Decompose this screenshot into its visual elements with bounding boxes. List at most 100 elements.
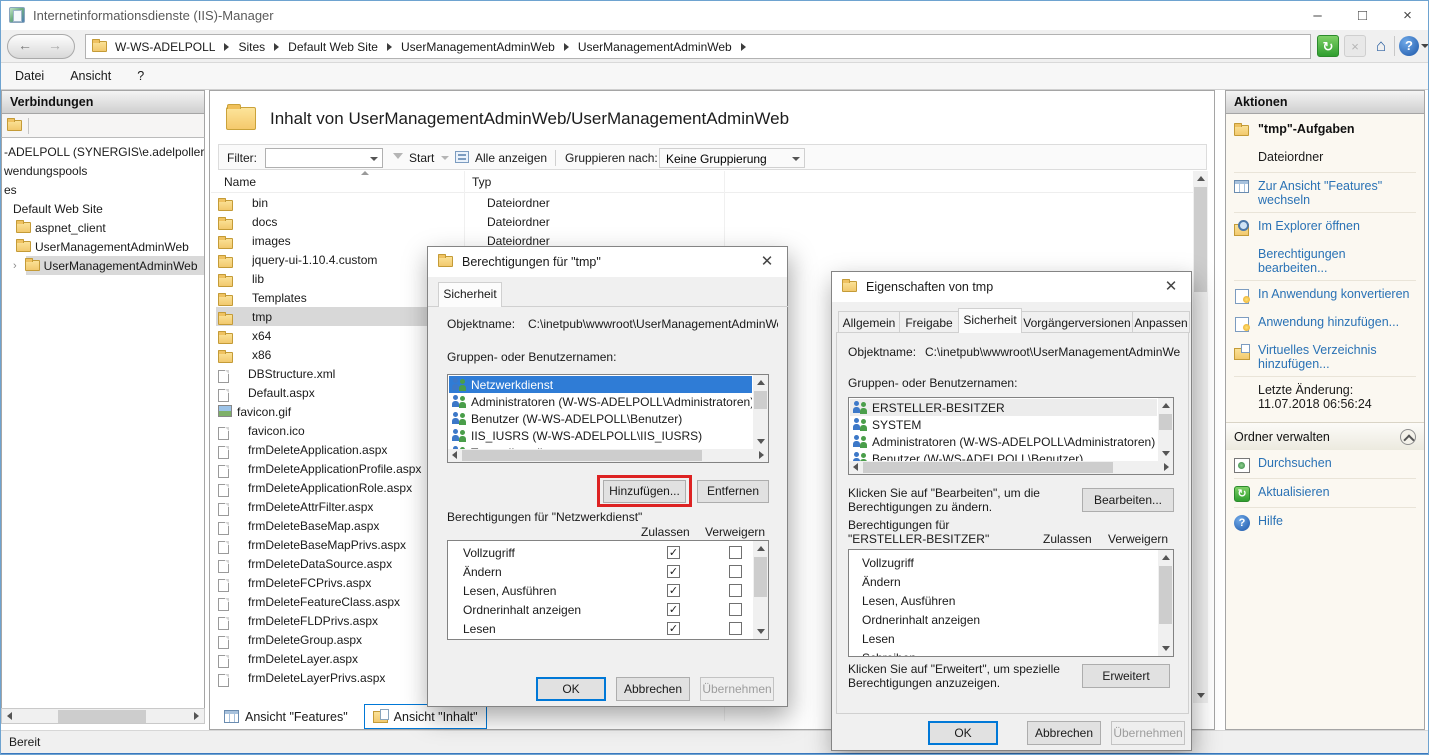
- group-list-item[interactable]: ERSTELLER-BESITZER: [850, 399, 1157, 416]
- action-link[interactable]: ?Hilfe: [1234, 507, 1416, 536]
- tree-item[interactable]: wendungspools: [2, 161, 204, 180]
- scroll-down-icon[interactable]: [1193, 688, 1208, 703]
- action-link[interactable]: Im Explorer öffnen: [1234, 212, 1416, 241]
- cancel-button[interactable]: Abbrechen: [616, 677, 690, 701]
- permissions-list[interactable]: Vollzugriff✓Ändern✓Lesen, Ausführen✓Ordn…: [447, 540, 769, 640]
- tree-item[interactable]: -ADELPOLL (SYNERGIS\e.adelpoller): [2, 142, 204, 161]
- scroll-up-icon[interactable]: [753, 375, 768, 390]
- scroll-up-icon[interactable]: [1193, 171, 1208, 186]
- breadcrumb-segment[interactable]: Sites: [238, 40, 265, 54]
- scroll-left-icon[interactable]: [448, 449, 461, 462]
- tab-freigabe[interactable]: Freigabe: [899, 311, 959, 333]
- breadcrumb-segment[interactable]: Default Web Site: [288, 40, 378, 54]
- advanced-button[interactable]: Erweitert: [1082, 664, 1170, 688]
- close-icon[interactable]: ×: [1385, 1, 1429, 30]
- scroll-thumb[interactable]: [754, 557, 767, 597]
- show-all-button[interactable]: Alle anzeigen: [475, 151, 547, 165]
- tab-anpassen[interactable]: Anpassen: [1132, 311, 1190, 333]
- groups-list[interactable]: ERSTELLER-BESITZERSYSTEMAdministratoren …: [848, 397, 1174, 475]
- action-link[interactable]: Anwendung hinzufügen...: [1234, 309, 1416, 337]
- expander-icon[interactable]: ›: [13, 260, 17, 272]
- scroll-down-icon[interactable]: [753, 624, 768, 639]
- breadcrumb-segment[interactable]: UserManagementAdminWeb: [401, 40, 555, 54]
- allow-checkbox[interactable]: ✓: [667, 546, 680, 559]
- allow-checkbox[interactable]: ✓: [667, 603, 680, 616]
- group-list-item[interactable]: Benutzer (W-WS-ADELPOLL\Benutzer): [449, 410, 752, 427]
- cancel-button[interactable]: Abbrechen: [1027, 721, 1101, 745]
- ok-button[interactable]: OK: [928, 721, 998, 745]
- allow-checkbox[interactable]: ✓: [667, 584, 680, 597]
- deny-checkbox[interactable]: [729, 546, 742, 559]
- groups-h-scrollbar[interactable]: [849, 461, 1173, 474]
- deny-checkbox[interactable]: [729, 584, 742, 597]
- groups-v-scrollbar[interactable]: [1158, 398, 1173, 461]
- permissions-list[interactable]: VollzugriffÄndernLesen, AusführenOrdneri…: [848, 549, 1174, 657]
- action-link[interactable]: In Anwendung konvertieren: [1234, 280, 1416, 309]
- remove-button[interactable]: Entfernen: [697, 480, 769, 503]
- action-link[interactable]: Zur Ansicht "Features" wechseln: [1234, 172, 1416, 212]
- tree-item[interactable]: Default Web Site: [2, 199, 204, 218]
- help-icon[interactable]: ?: [1399, 36, 1419, 56]
- scroll-up-icon[interactable]: [1158, 550, 1173, 565]
- scroll-thumb[interactable]: [1159, 414, 1172, 430]
- chevron-down-icon[interactable]: [370, 157, 378, 161]
- action-link[interactable]: Virtuelles Verzeichnis hinzufügen...: [1234, 337, 1416, 376]
- scroll-right-icon[interactable]: [755, 449, 768, 462]
- column-type[interactable]: Typ: [472, 175, 491, 189]
- column-name[interactable]: Name: [224, 175, 256, 189]
- deny-checkbox[interactable]: [729, 603, 742, 616]
- view-tab-content[interactable]: Ansicht "Inhalt": [364, 704, 487, 729]
- back-icon[interactable]: ←: [18, 37, 32, 53]
- permissions-v-scrollbar[interactable]: [753, 541, 768, 639]
- actions-section-header[interactable]: Ordner verwalten: [1226, 422, 1424, 450]
- ok-button[interactable]: OK: [536, 677, 606, 701]
- tab-sicherheit[interactable]: Sicherheit: [438, 282, 502, 307]
- scroll-thumb[interactable]: [863, 462, 1113, 473]
- groups-list[interactable]: NetzwerkdienstAdministratoren (W-WS-ADEL…: [447, 374, 769, 463]
- tab-allgemein[interactable]: Allgemein: [838, 311, 900, 333]
- collapse-icon[interactable]: [1400, 429, 1416, 445]
- breadcrumb-segment[interactable]: W-WS-ADELPOLL: [115, 40, 215, 54]
- scroll-thumb[interactable]: [1159, 566, 1172, 624]
- table-row[interactable]: docsDateiordner: [211, 212, 1194, 231]
- maximize-icon[interactable]: □: [1340, 1, 1385, 30]
- scroll-thumb[interactable]: [754, 391, 767, 409]
- group-list-item[interactable]: SYSTEM: [850, 416, 1157, 433]
- save-connection-icon[interactable]: [7, 120, 22, 131]
- filter-start-button[interactable]: Start: [409, 151, 434, 165]
- refresh-icon[interactable]: ↻: [1317, 35, 1339, 57]
- tab-vorgängerversionen[interactable]: Vorgängerversionen: [1021, 311, 1133, 333]
- scroll-left-icon[interactable]: [849, 461, 862, 474]
- tab-sicherheit[interactable]: Sicherheit: [958, 308, 1022, 333]
- group-list-item[interactable]: Administratoren (W-WS-ADELPOLL\Administr…: [850, 433, 1157, 450]
- group-list-item[interactable]: IIS_IUSRS (W-WS-ADELPOLL\IIS_IUSRS): [449, 427, 752, 444]
- deny-checkbox[interactable]: [729, 622, 742, 635]
- group-list-item[interactable]: Netzwerkdienst: [449, 376, 752, 393]
- breadcrumb-segment[interactable]: UserManagementAdminWeb: [578, 40, 732, 54]
- tree-item[interactable]: es: [2, 180, 204, 199]
- allow-checkbox[interactable]: ✓: [667, 622, 680, 635]
- scroll-down-icon[interactable]: [1158, 641, 1173, 656]
- scroll-thumb[interactable]: [462, 450, 702, 461]
- tree-item[interactable]: aspnet_client: [2, 218, 204, 237]
- menu-item-datei[interactable]: Datei: [15, 69, 44, 83]
- connections-h-scrollbar[interactable]: [1, 708, 205, 724]
- file-list-v-scrollbar[interactable]: [1193, 171, 1208, 703]
- scroll-right-icon[interactable]: [189, 709, 204, 724]
- scroll-down-icon[interactable]: [753, 434, 768, 449]
- forward-icon[interactable]: →: [48, 37, 62, 53]
- chevron-down-icon[interactable]: [792, 157, 800, 161]
- edit-button[interactable]: Bearbeiten...: [1082, 488, 1174, 512]
- home-icon[interactable]: ⌂: [1370, 35, 1392, 57]
- table-row[interactable]: binDateiordner: [211, 193, 1194, 212]
- scroll-left-icon[interactable]: [2, 709, 17, 724]
- menu-item-?[interactable]: ?: [137, 69, 144, 83]
- view-tab-features[interactable]: Ansicht "Features": [216, 704, 356, 729]
- deny-checkbox[interactable]: [729, 565, 742, 578]
- groups-v-scrollbar[interactable]: [753, 375, 768, 449]
- allow-checkbox[interactable]: ✓: [667, 565, 680, 578]
- scroll-thumb[interactable]: [58, 710, 146, 723]
- close-icon[interactable]: ✕: [1151, 272, 1191, 302]
- group-list-item[interactable]: Administratoren (W-WS-ADELPOLL\Administr…: [449, 393, 752, 410]
- action-link[interactable]: Durchsuchen: [1234, 450, 1416, 478]
